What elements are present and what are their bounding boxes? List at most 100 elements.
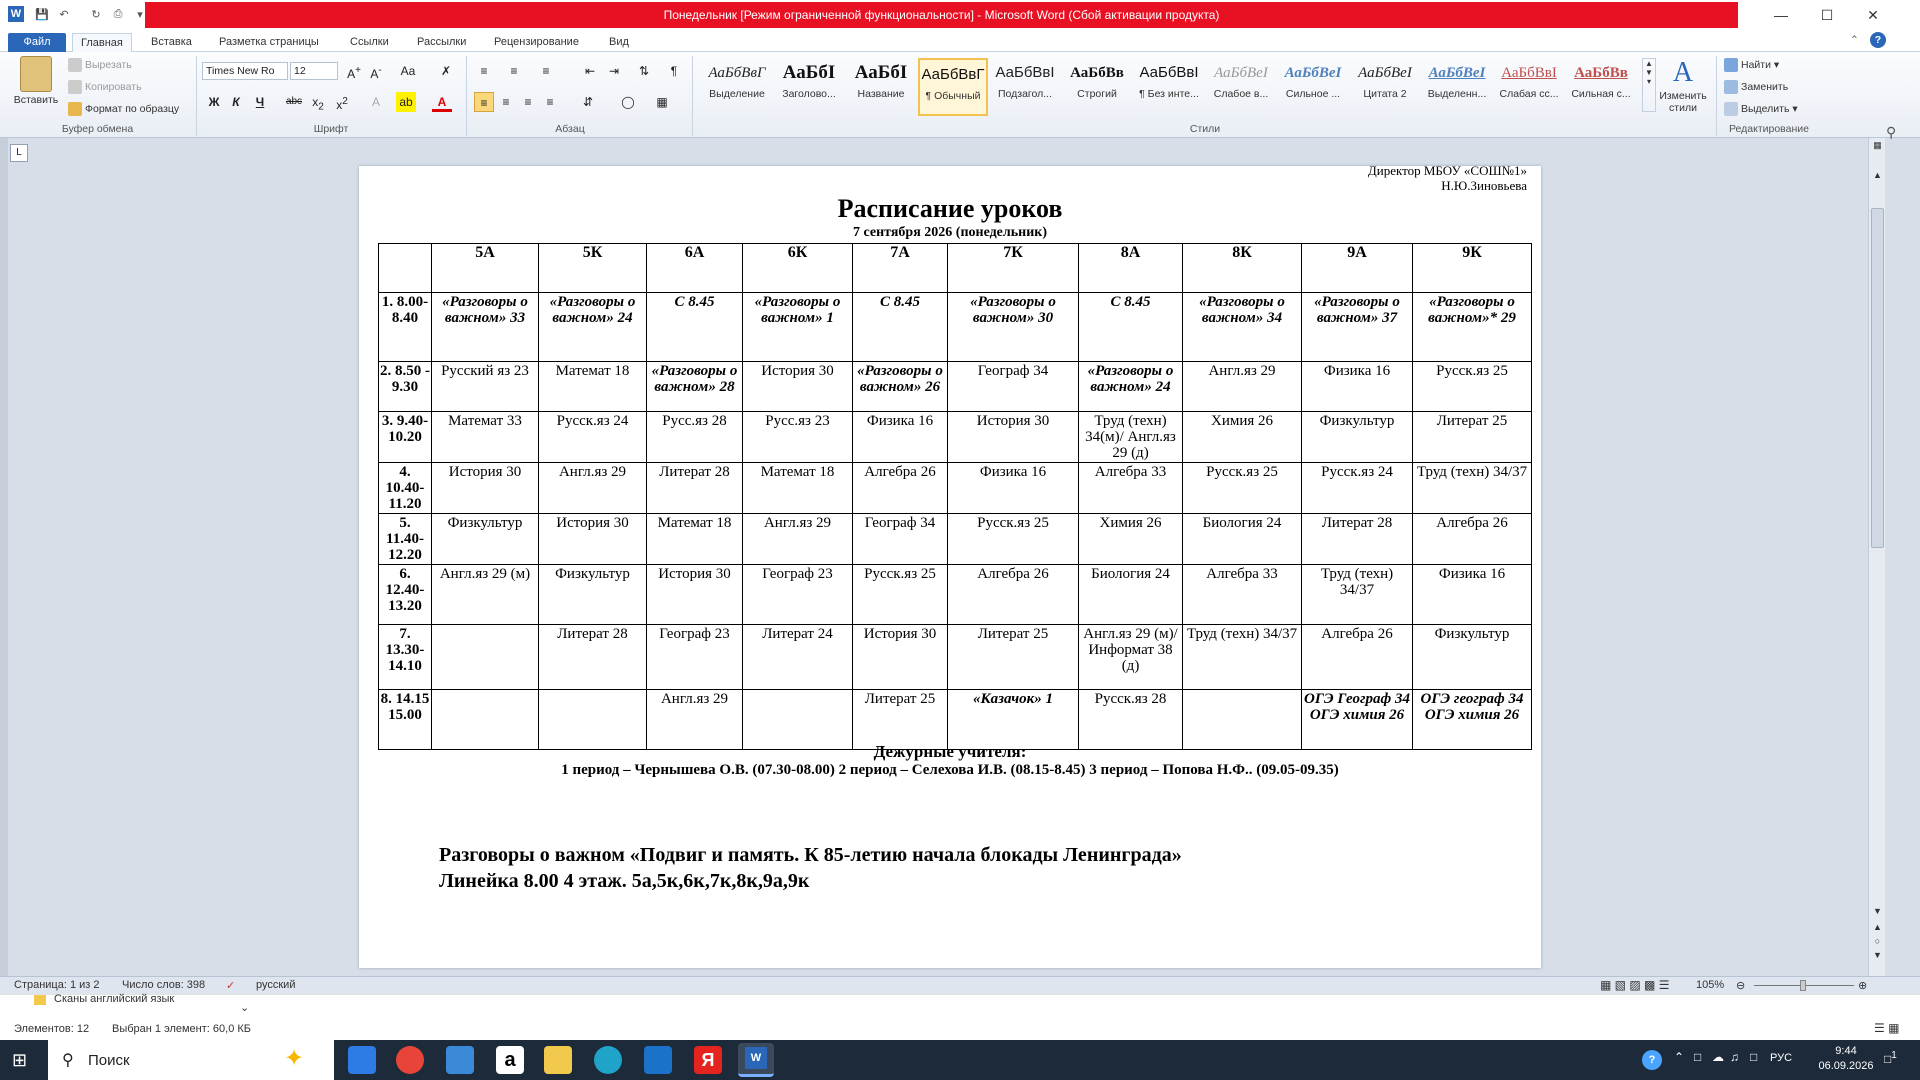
change-styles-button[interactable]: A Изменить стили bbox=[1656, 56, 1710, 114]
dropbox-icon[interactable] bbox=[348, 1046, 376, 1074]
save-icon[interactable]: 💾 bbox=[34, 6, 50, 22]
style-item[interactable]: АаБбІ Заголово... bbox=[774, 58, 844, 116]
align-left-icon[interactable]: ≡ bbox=[474, 92, 494, 112]
tab-references[interactable]: Ссылки bbox=[342, 33, 397, 52]
ruler-view-icon[interactable]: ▦ bbox=[1871, 140, 1884, 153]
line-spacing-icon[interactable]: ⇵ bbox=[578, 92, 598, 112]
folder-name[interactable]: Сканы английский язык bbox=[54, 993, 174, 1005]
yandex-icon[interactable]: Я bbox=[694, 1046, 722, 1074]
tab-review[interactable]: Рецензирование bbox=[486, 33, 587, 52]
highlight-icon[interactable]: ab bbox=[396, 92, 416, 112]
find-button[interactable]: Найти ▾ bbox=[1724, 58, 1779, 72]
bullets-icon[interactable]: ≡ bbox=[474, 61, 494, 81]
clock[interactable]: 9:44 06.09.2026 bbox=[1816, 1044, 1876, 1074]
justify-icon[interactable]: ≡ bbox=[540, 92, 560, 112]
store-icon[interactable] bbox=[446, 1046, 474, 1074]
replace-button[interactable]: Заменить bbox=[1724, 80, 1788, 94]
explorer-view-icon[interactable]: ☰ ▦ bbox=[1874, 1021, 1899, 1035]
ribbon-minimize-icon[interactable]: ⌃ bbox=[1850, 34, 1859, 46]
tab-page-layout[interactable]: Разметка страницы bbox=[211, 33, 327, 52]
tray-chevron-icon[interactable]: ⌃ bbox=[1674, 1050, 1684, 1064]
chevron-down-icon[interactable]: ⌄ bbox=[240, 1001, 249, 1014]
edge-icon[interactable] bbox=[594, 1046, 622, 1074]
align-right-icon[interactable]: ≡ bbox=[518, 92, 538, 112]
word-count[interactable]: Число слов: 398 bbox=[122, 979, 205, 991]
close-button[interactable]: ✕ bbox=[1850, 0, 1896, 30]
cut-button[interactable]: Вырезать bbox=[68, 58, 132, 72]
sort-icon[interactable]: ⇅ bbox=[634, 61, 654, 81]
zoom-level[interactable]: 105% bbox=[1696, 979, 1724, 991]
style-item[interactable]: АаБбВвГ Выделение bbox=[702, 58, 772, 116]
format-painter-button[interactable]: Формат по образцу bbox=[68, 102, 179, 116]
underline-button[interactable]: Ч bbox=[250, 92, 270, 112]
windows-start-icon[interactable]: ⊞ bbox=[12, 1050, 27, 1070]
tab-file[interactable]: Файл bbox=[8, 33, 66, 52]
decrease-indent-icon[interactable]: ⇤ bbox=[580, 61, 600, 81]
minimize-button[interactable]: — bbox=[1758, 0, 1804, 30]
superscript-icon[interactable]: x2 bbox=[332, 92, 352, 112]
word-app-icon[interactable]: W bbox=[8, 6, 24, 22]
tab-insert[interactable]: Вставка bbox=[143, 33, 200, 52]
redo-icon[interactable]: ↻ bbox=[88, 6, 104, 22]
change-case-icon[interactable]: Aa bbox=[398, 61, 418, 81]
style-item[interactable]: АаБбІ Название bbox=[846, 58, 916, 116]
view-buttons-icon[interactable]: ▦ ▧ ▨ ▩ ☰ bbox=[1600, 978, 1669, 992]
text-effects-icon[interactable]: A bbox=[366, 92, 386, 112]
tray-app-icon[interactable]: □ bbox=[1694, 1050, 1701, 1064]
style-item[interactable]: АаБбВв Сильная с... bbox=[1566, 58, 1636, 116]
word-taskbar-icon[interactable]: W bbox=[738, 1043, 774, 1077]
tab-home[interactable]: Главная bbox=[72, 33, 132, 52]
strikethrough-icon[interactable]: abc bbox=[284, 92, 304, 112]
yandex-browser-icon[interactable] bbox=[396, 1046, 424, 1074]
scroll-up-icon[interactable]: ▲ bbox=[1871, 170, 1884, 183]
next-page-icon[interactable]: ▼ bbox=[1871, 950, 1884, 963]
print-icon[interactable]: ⎙ bbox=[110, 6, 126, 22]
notifications-icon[interactable]: □1 bbox=[1884, 1050, 1897, 1066]
language[interactable]: русский bbox=[256, 979, 295, 991]
multilevel-list-icon[interactable]: ≡ bbox=[536, 61, 556, 81]
select-button[interactable]: Выделить ▾ bbox=[1724, 102, 1798, 116]
clear-format-icon[interactable]: ✗ bbox=[436, 61, 456, 81]
browse-object-icon[interactable]: ○ bbox=[1871, 936, 1884, 949]
vertical-scrollbar[interactable]: ▦ ▲ ▼ ▲ ○ ▼ bbox=[1868, 138, 1885, 976]
copy-button[interactable]: Копировать bbox=[68, 80, 142, 94]
style-item[interactable]: АаБбВв Строгий bbox=[1062, 58, 1132, 116]
help-icon[interactable]: ? bbox=[1870, 32, 1886, 48]
taskbar-search[interactable]: ⚲ Поиск ✦ bbox=[48, 1040, 334, 1080]
maximize-button[interactable]: ☐ bbox=[1804, 0, 1850, 30]
styles-more-icon[interactable]: ▲ ▼ ▾ bbox=[1642, 58, 1656, 112]
bold-button[interactable]: Ж bbox=[204, 92, 224, 112]
help-tray-icon[interactable]: ? bbox=[1642, 1050, 1662, 1070]
scroll-down-icon[interactable]: ▼ bbox=[1871, 906, 1884, 919]
grow-font-icon[interactable]: A+ bbox=[344, 61, 364, 81]
zoom-slider-thumb[interactable] bbox=[1800, 980, 1806, 991]
network-icon[interactable]: □ bbox=[1750, 1050, 1757, 1064]
undo-icon[interactable]: ↶ bbox=[56, 6, 72, 22]
font-name-combo[interactable]: Times New Ro bbox=[202, 62, 288, 80]
align-center-icon[interactable]: ≡ bbox=[496, 92, 516, 112]
tab-view[interactable]: Вид bbox=[601, 33, 637, 52]
style-item[interactable]: АаБбВвІ ¶ Без инте... bbox=[1134, 58, 1204, 116]
style-item[interactable]: АаБбВвІ Слабая сс... bbox=[1494, 58, 1564, 116]
style-item[interactable]: АаБбВеІ Сильное ... bbox=[1278, 58, 1348, 116]
scroll-thumb[interactable] bbox=[1871, 208, 1884, 548]
style-item[interactable]: АаБбВвІ Подзагол... bbox=[990, 58, 1060, 116]
tab-mailings[interactable]: Рассылки bbox=[409, 33, 474, 52]
input-language[interactable]: РУС bbox=[1770, 1052, 1792, 1064]
shrink-font-icon[interactable]: A- bbox=[366, 61, 386, 81]
style-item[interactable]: АаБбВеІ Слабое в... bbox=[1206, 58, 1276, 116]
pilcrow-icon[interactable]: ¶ bbox=[664, 61, 684, 81]
amazon-icon[interactable]: a bbox=[496, 1046, 524, 1074]
font-size-combo[interactable]: 12 bbox=[290, 62, 338, 80]
numbering-icon[interactable]: ≡ bbox=[504, 61, 524, 81]
italic-button[interactable]: К bbox=[226, 92, 246, 112]
style-item[interactable]: АаБбВеІ Цитата 2 bbox=[1350, 58, 1420, 116]
prev-page-icon[interactable]: ▲ bbox=[1871, 922, 1884, 935]
shading-icon[interactable]: ◯ bbox=[618, 92, 638, 112]
volume-icon[interactable]: ♫ bbox=[1730, 1050, 1739, 1064]
borders-icon[interactable]: ▦ bbox=[652, 92, 672, 112]
mail-icon[interactable] bbox=[644, 1046, 672, 1074]
style-item[interactable]: АаБбВвГ ¶ Обычный bbox=[918, 58, 988, 116]
paste-button[interactable]: Вставить bbox=[12, 56, 60, 106]
increase-indent-icon[interactable]: ⇥ bbox=[604, 61, 624, 81]
